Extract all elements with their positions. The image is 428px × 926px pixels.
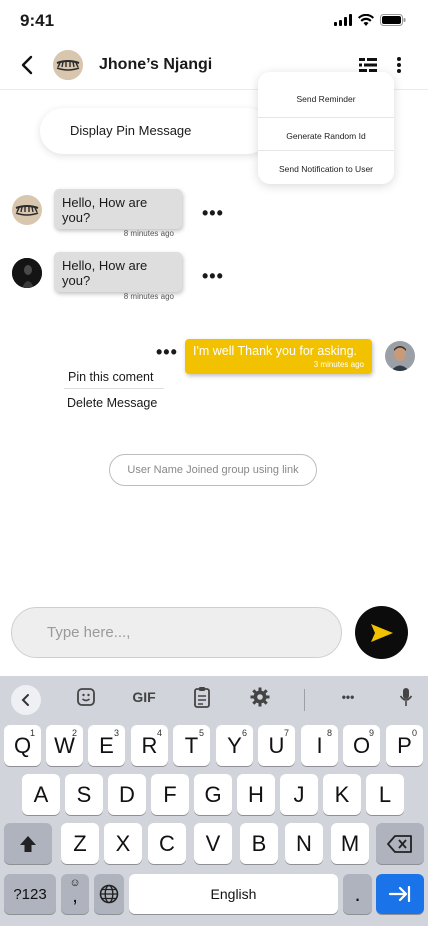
keyboard: GIF ••• Q1 W2 E3 R4 T5 Y6 U7 I8 O9 P0 A … bbox=[0, 676, 428, 926]
menu-item-send-reminder[interactable]: Send Reminder bbox=[258, 80, 394, 117]
message-time: 8 minutes ago bbox=[123, 292, 174, 301]
space-key[interactable]: English bbox=[129, 874, 338, 914]
key-m[interactable]: M bbox=[331, 823, 369, 864]
clipboard-button[interactable] bbox=[191, 686, 213, 708]
message-text: I'm well Thank you for asking. bbox=[193, 344, 358, 358]
menu-item-generate-random-id[interactable]: Generate Random Id bbox=[258, 117, 394, 154]
my-avatar[interactable] bbox=[385, 341, 415, 371]
send-arrow-icon bbox=[370, 623, 393, 642]
backspace-icon bbox=[387, 834, 412, 853]
enter-arrow-icon bbox=[388, 886, 411, 902]
symbols-key[interactable]: ?123 bbox=[4, 874, 56, 914]
key-j[interactable]: J bbox=[280, 774, 318, 815]
incoming-message-bubble[interactable]: Hello, How are you? 8 minutes ago bbox=[54, 252, 182, 301]
context-divider bbox=[64, 388, 164, 389]
key-a[interactable]: A bbox=[22, 774, 60, 815]
more-vertical-icon[interactable] bbox=[396, 57, 402, 73]
key-l[interactable]: L bbox=[366, 774, 404, 815]
battery-icon bbox=[380, 14, 406, 26]
key-c[interactable]: C bbox=[148, 823, 186, 864]
key-p[interactable]: P0 bbox=[386, 725, 423, 766]
key-u[interactable]: U7 bbox=[258, 725, 295, 766]
avatar-photo-icon bbox=[12, 195, 42, 225]
microphone-icon bbox=[399, 688, 413, 706]
menu-item-send-notification[interactable]: Send Notification to User bbox=[258, 150, 394, 187]
sticker-icon bbox=[77, 688, 95, 706]
key-i[interactable]: I8 bbox=[301, 725, 338, 766]
status-icons bbox=[334, 14, 406, 26]
microphone-button[interactable] bbox=[396, 686, 416, 708]
key-x[interactable]: X bbox=[104, 823, 142, 864]
chevron-left-icon bbox=[21, 694, 29, 706]
key-n[interactable]: N bbox=[285, 823, 323, 864]
filter-list-icon[interactable] bbox=[359, 58, 377, 72]
key-s[interactable]: S bbox=[65, 774, 103, 815]
gear-icon bbox=[250, 687, 270, 707]
message-time: 8 minutes ago bbox=[123, 229, 174, 238]
toolbar-divider bbox=[304, 689, 305, 711]
avatar-photo-icon bbox=[12, 258, 42, 288]
key-e[interactable]: E3 bbox=[88, 725, 125, 766]
key-z[interactable]: Z bbox=[61, 823, 99, 864]
more-tools-button[interactable]: ••• bbox=[334, 686, 362, 708]
signal-icon bbox=[334, 14, 352, 26]
pinned-message-label: Display Pin Message bbox=[70, 123, 192, 138]
message-input-placeholder: Type here..., bbox=[47, 624, 131, 641]
options-menu: Send Reminder Generate Random Id Send No… bbox=[258, 72, 394, 184]
keyboard-collapse-button[interactable] bbox=[11, 685, 41, 715]
shift-key[interactable] bbox=[4, 823, 52, 864]
key-q[interactable]: Q1 bbox=[4, 725, 41, 766]
key-d[interactable]: D bbox=[108, 774, 146, 815]
enter-key[interactable] bbox=[376, 874, 424, 914]
key-f[interactable]: F bbox=[151, 774, 189, 815]
key-h[interactable]: H bbox=[237, 774, 275, 815]
message-options-icon[interactable]: ••• bbox=[156, 343, 178, 361]
key-y[interactable]: Y6 bbox=[216, 725, 253, 766]
emoji-comma-key[interactable]: ☺ , bbox=[61, 874, 89, 914]
outgoing-message-bubble[interactable]: I'm well Thank you for asking. 3 minutes… bbox=[185, 339, 372, 374]
clipboard-icon bbox=[194, 687, 210, 708]
message-text: Hello, How are you? bbox=[62, 195, 148, 225]
key-b[interactable]: B bbox=[240, 823, 278, 864]
shift-arrow-icon bbox=[20, 835, 36, 852]
key-t[interactable]: T5 bbox=[173, 725, 210, 766]
system-message: User Name Joined group using link bbox=[109, 454, 317, 486]
delete-message-option[interactable]: Delete Message bbox=[67, 396, 157, 410]
sender-avatar[interactable] bbox=[12, 258, 42, 288]
status-time: 9:41 bbox=[20, 11, 55, 30]
key-o[interactable]: O9 bbox=[343, 725, 380, 766]
message-time: 3 minutes ago bbox=[313, 360, 364, 369]
message-text: Hello, How are you? bbox=[62, 258, 148, 288]
period-key[interactable]: . bbox=[343, 874, 372, 914]
message-options-icon[interactable]: ••• bbox=[202, 267, 224, 285]
message-options-icon[interactable]: ••• bbox=[202, 204, 224, 222]
avatar-photo-icon bbox=[385, 341, 415, 371]
chat-title: Jhone’s Njangi bbox=[99, 56, 213, 73]
back-arrow-icon[interactable] bbox=[18, 54, 38, 76]
incoming-message-bubble[interactable]: Hello, How are you? 8 minutes ago bbox=[54, 189, 182, 238]
key-v[interactable]: V bbox=[194, 823, 232, 864]
globe-icon bbox=[99, 884, 119, 904]
gif-button[interactable]: GIF bbox=[128, 686, 160, 708]
sticker-button[interactable] bbox=[75, 686, 97, 708]
pin-comment-option[interactable]: Pin this coment bbox=[68, 370, 153, 384]
sender-avatar[interactable] bbox=[12, 195, 42, 225]
key-g[interactable]: G bbox=[194, 774, 232, 815]
key-r[interactable]: R4 bbox=[131, 725, 168, 766]
language-key[interactable] bbox=[94, 874, 124, 914]
settings-button[interactable] bbox=[249, 686, 271, 708]
group-photo-icon bbox=[53, 50, 83, 80]
wifi-icon bbox=[358, 14, 374, 26]
backspace-key[interactable] bbox=[376, 823, 424, 864]
key-w[interactable]: W2 bbox=[46, 725, 83, 766]
key-k[interactable]: K bbox=[323, 774, 361, 815]
group-avatar[interactable] bbox=[53, 50, 83, 80]
send-button[interactable] bbox=[355, 606, 408, 659]
